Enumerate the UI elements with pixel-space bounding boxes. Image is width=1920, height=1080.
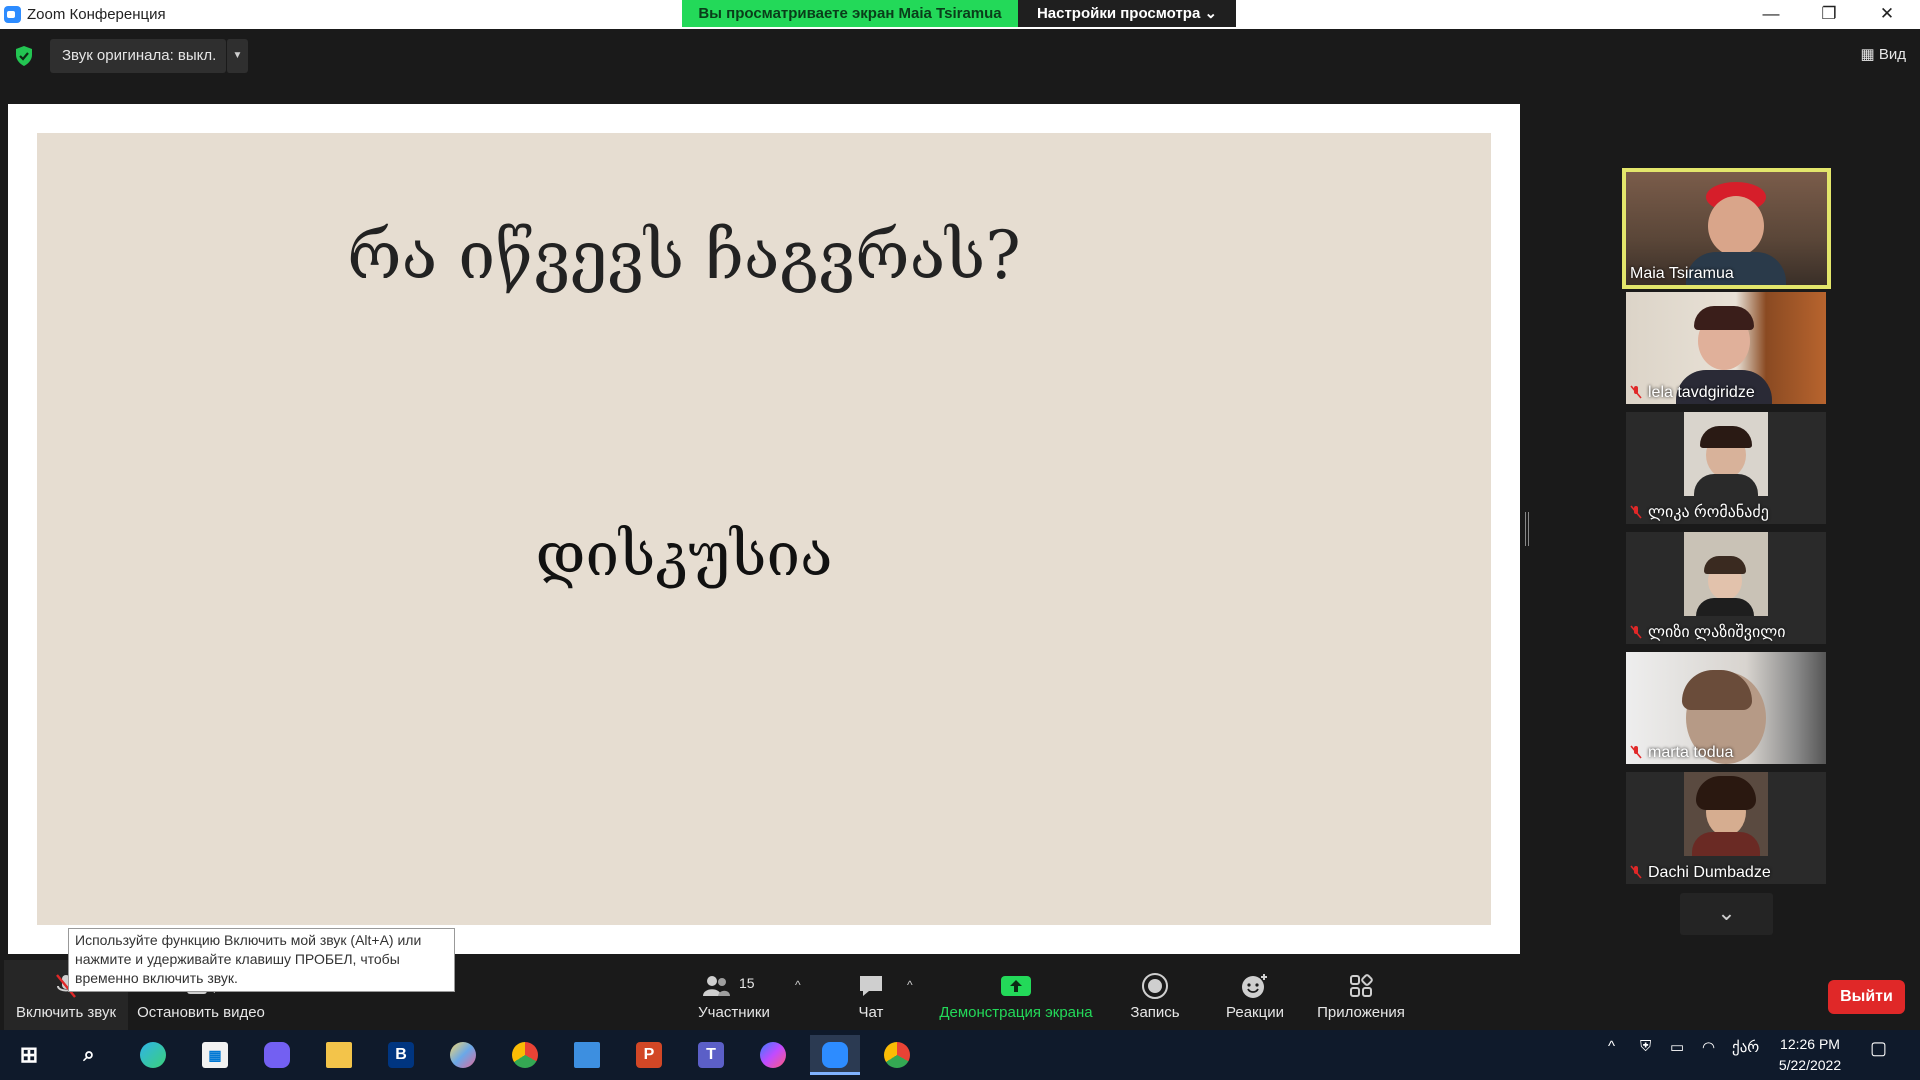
apps-icon	[1350, 974, 1373, 997]
viber-icon[interactable]	[252, 1035, 302, 1075]
chevron-down-icon[interactable]: ⌄	[1680, 893, 1773, 935]
muted-mic-icon	[1630, 505, 1642, 519]
messenger-icon[interactable]	[748, 1035, 798, 1075]
participant-tile[interactable]: marta todua	[1626, 652, 1826, 764]
paint-icon[interactable]	[438, 1035, 488, 1075]
apps-label: Приложения	[1317, 1004, 1405, 1021]
teams-icon[interactable]: T	[686, 1035, 736, 1075]
record-icon	[1142, 973, 1168, 999]
participant-tile[interactable]: ლიზი ლაზიშვილი	[1626, 532, 1826, 644]
view-settings-button[interactable]: Настройки просмотра ⌄	[1018, 0, 1236, 27]
participant-tile[interactable]: Dachi Dumbadze	[1626, 772, 1826, 884]
windows-taskbar: ⊞ ⌕ ▦ B P T ^ ⛨ ▭ ◠ ქარ 12:26 PM 5/22/20…	[0, 1030, 1920, 1080]
title-bar: Zoom Конференция Вы просматриваете экран…	[0, 0, 1920, 29]
participant-name: Dachi Dumbadze	[1630, 864, 1771, 882]
notifications-icon[interactable]: ▢	[1870, 1038, 1887, 1059]
stop-video-label: Остановить видео	[137, 1004, 265, 1021]
zoom-icon[interactable]	[810, 1035, 860, 1075]
unmute-label: Включить звук	[15, 1004, 117, 1021]
shield-icon[interactable]	[14, 45, 34, 67]
muted-mic-icon	[1630, 385, 1642, 399]
muted-mic-icon	[1630, 625, 1642, 639]
participant-body	[1694, 474, 1758, 496]
chat-label: Чат	[858, 1004, 884, 1021]
participant-hair	[1704, 556, 1746, 574]
reactions-button[interactable]: Реакции	[1216, 960, 1294, 1030]
taskbar-clock[interactable]: 12:26 PM 5/22/2022	[1768, 1034, 1852, 1076]
wifi-icon[interactable]: ◠	[1702, 1038, 1715, 1056]
participant-body	[1692, 832, 1760, 856]
chat-button[interactable]: Чат	[845, 960, 897, 1030]
participant-tile[interactable]: Maia Tsiramua	[1622, 168, 1831, 289]
share-screen-button[interactable]: Демонстрация экрана	[934, 960, 1098, 1030]
original-sound-button[interactable]: Звук оригинала: выкл.	[50, 39, 226, 73]
panel-splitter-handle[interactable]	[1525, 512, 1529, 546]
chat-icon	[860, 976, 882, 996]
participant-name: lela tavdgiridze	[1630, 384, 1755, 402]
language-indicator[interactable]: ქარ	[1732, 1038, 1759, 1056]
participants-label: Участники	[698, 1004, 770, 1021]
share-status-banner: Вы просматриваете экран Maia Tsiramua	[682, 0, 1018, 27]
search-icon[interactable]: ⌕	[64, 1035, 114, 1075]
edge-icon[interactable]	[128, 1035, 178, 1075]
participant-hair	[1696, 776, 1756, 810]
powerpoint-icon[interactable]: P	[624, 1035, 674, 1075]
participants-icon: 15	[699, 972, 769, 1000]
store-icon[interactable]: ▦	[190, 1035, 240, 1075]
minimize-button[interactable]: —	[1742, 0, 1800, 29]
participant-tile[interactable]: ლიკა რომანაძე	[1626, 412, 1826, 524]
reactions-label: Реакции	[1226, 1004, 1284, 1021]
window-title: Zoom Конференция	[27, 6, 166, 23]
share-screen-label: Демонстрация экрана	[939, 1004, 1093, 1021]
leave-meeting-button[interactable]: Выйти	[1828, 980, 1905, 1014]
defender-icon[interactable]: ⛨	[1640, 1038, 1651, 1055]
participant-name: ლიკა რომანაძე	[1630, 502, 1769, 522]
clock-date: 5/22/2022	[1778, 1057, 1842, 1073]
muted-mic-icon	[1630, 745, 1642, 759]
view-label: Вид	[1878, 46, 1906, 63]
participants-button[interactable]: 15 Участники	[688, 960, 780, 1030]
share-screen-icon	[1001, 976, 1031, 996]
chevron-down-icon: ⌄	[1204, 5, 1218, 22]
clock-time: 12:26 PM	[1780, 1036, 1840, 1052]
battery-icon[interactable]: ▭	[1670, 1038, 1684, 1056]
slide-title: რა იწვევს ჩაგვრას?	[347, 217, 1021, 294]
participant-hair	[1694, 306, 1754, 330]
chat-caret[interactable]: ^	[907, 978, 913, 992]
participant-name: Maia Tsiramua	[1630, 265, 1734, 282]
tray-chevron-up-icon[interactable]: ^	[1608, 1038, 1615, 1055]
slide-subtitle: დისკუსია	[535, 520, 833, 590]
windows-start-icon[interactable]: ⊞	[4, 1035, 54, 1075]
record-label: Запись	[1130, 1004, 1180, 1021]
participant-hair	[1700, 426, 1752, 448]
view-settings-label: Настройки просмотра	[1036, 5, 1201, 22]
participant-name: ლიზი ლაზიშვილი	[1630, 622, 1786, 642]
unmute-tooltip: Используйте функцию Включить мой звук (A…	[68, 928, 455, 992]
original-sound-dropdown[interactable]: ▼	[226, 39, 248, 73]
chrome-icon[interactable]	[872, 1035, 922, 1075]
record-button[interactable]: Запись	[1120, 960, 1190, 1030]
booking-icon[interactable]: B	[376, 1035, 426, 1075]
meeting-top-strip: Звук оригинала: выкл. ▼ ▦ Вид	[0, 29, 1920, 104]
participant-name: marta todua	[1630, 744, 1733, 762]
grid-icon: ▦	[1860, 46, 1875, 63]
participant-face	[1708, 196, 1764, 256]
participants-caret[interactable]: ^	[795, 978, 801, 992]
close-button[interactable]: ✕	[1858, 0, 1916, 29]
smiley-icon	[1242, 974, 1267, 998]
explorer-icon[interactable]	[314, 1035, 364, 1075]
mail-icon[interactable]	[562, 1035, 612, 1075]
participants-count: 15	[739, 975, 755, 991]
view-button[interactable]: ▦ Вид	[1850, 41, 1907, 69]
participant-body	[1696, 598, 1754, 616]
zoom-app-icon	[4, 6, 21, 23]
muted-mic-icon	[1630, 865, 1642, 879]
participant-tile[interactable]: lela tavdgiridze	[1626, 292, 1826, 404]
restore-button[interactable]: ❐	[1800, 0, 1858, 29]
chrome-icon[interactable]	[500, 1035, 550, 1075]
apps-button[interactable]: Приложения	[1310, 960, 1412, 1030]
